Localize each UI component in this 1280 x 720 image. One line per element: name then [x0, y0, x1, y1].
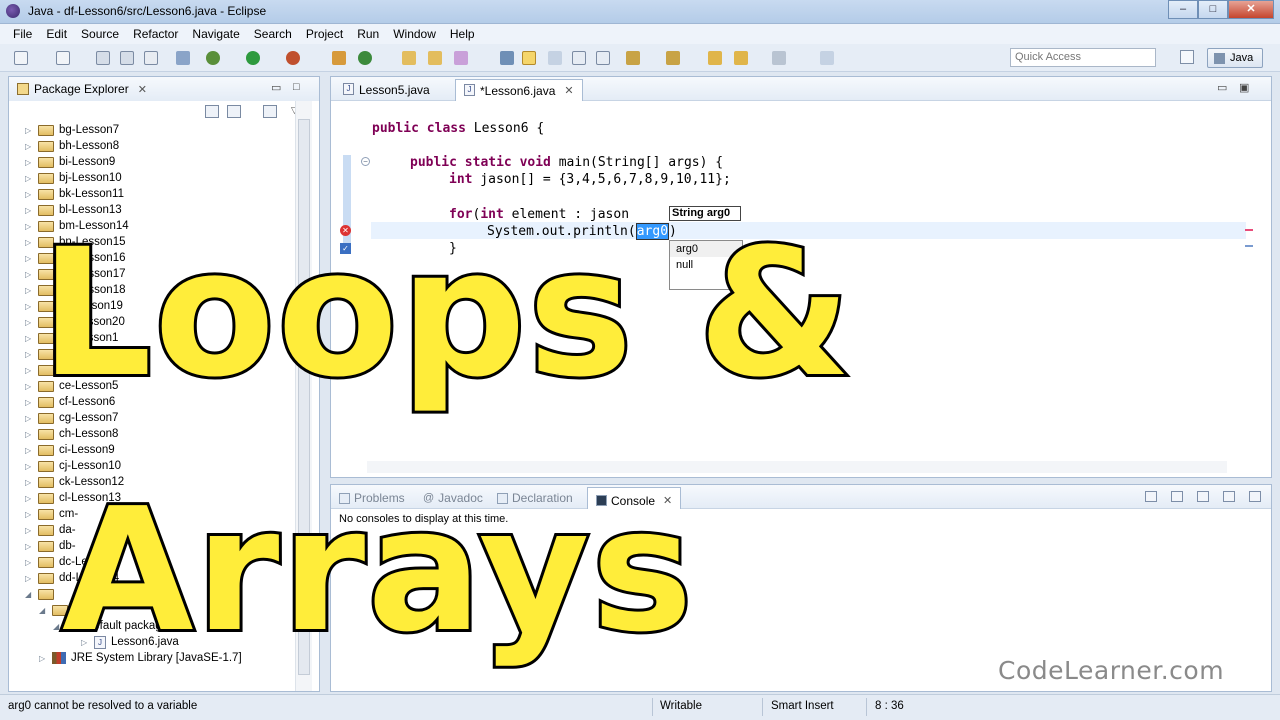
menu-file[interactable]: File [6, 27, 39, 41]
status-divider [762, 698, 763, 716]
tab-lesson6-java[interactable]: J *Lesson6.java ✕ [455, 79, 583, 101]
tree-item[interactable]: ▷ ch-Lesson8 [25, 426, 118, 442]
window-title: Java - df-Lesson6/src/Lesson6.java - Ecl… [28, 4, 267, 18]
new-class-icon[interactable] [358, 51, 372, 65]
last-edit-icon[interactable] [708, 51, 722, 65]
menu-refactor[interactable]: Refactor [126, 27, 185, 41]
skip-breakpoints-icon[interactable] [176, 51, 190, 65]
package-explorer-title: Package Explorer [34, 82, 129, 96]
watermark-logo: CodeLearner.com [998, 656, 1225, 685]
save-icon[interactable] [96, 51, 110, 65]
close-button[interactable]: ✕ [1228, 0, 1274, 19]
status-writable: Writable [660, 700, 702, 712]
java-perspective-icon [1214, 53, 1225, 64]
external-tools-icon[interactable] [286, 51, 300, 65]
thumbnail-title-line2: Arrays [59, 472, 696, 670]
next-annotation-icon[interactable] [626, 51, 640, 65]
tree-item[interactable]: ▷ bi-Lesson9 [25, 154, 115, 170]
maximize-view-icon[interactable]: ▣ [1239, 81, 1249, 94]
menu-edit[interactable]: Edit [39, 27, 74, 41]
minimize-view-icon[interactable] [1223, 491, 1235, 502]
status-divider [866, 698, 867, 716]
toggle-mark-occurrences-icon[interactable] [500, 51, 514, 65]
link-with-editor-icon[interactable] [227, 105, 241, 118]
package-explorer-tab[interactable]: Package Explorer ✕ [17, 82, 147, 96]
status-bar: arg0 cannot be resolved to a variable Wr… [0, 694, 1280, 720]
close-icon[interactable]: ✕ [564, 84, 573, 101]
minimize-view-icon[interactable]: ▭ [1217, 81, 1227, 94]
error-marker[interactable] [1245, 229, 1253, 231]
menu-help[interactable]: Help [443, 27, 482, 41]
tree-item[interactable]: ▷ bk-Lesson11 [25, 186, 124, 202]
maximize-view-icon[interactable] [1249, 491, 1261, 502]
search-icon[interactable] [454, 51, 468, 65]
print-icon[interactable] [144, 51, 158, 65]
tab-lesson5-java[interactable]: J Lesson5.java [335, 79, 438, 101]
tree-item[interactable]: ▷ bg-Lesson7 [25, 122, 119, 138]
occurrence-marker[interactable] [1245, 245, 1253, 247]
minimize-view-icon[interactable]: ▭ [271, 81, 281, 94]
title-bar: Java - df-Lesson6/src/Lesson6.java - Ecl… [0, 0, 1280, 24]
save-all-icon[interactable] [120, 51, 134, 65]
window-controls: – □ ✕ [1168, 0, 1274, 20]
status-insert-mode[interactable]: Smart Insert [771, 700, 834, 712]
console-toolbar [1145, 491, 1261, 502]
tree-item[interactable]: ▷ bh-Lesson8 [25, 138, 119, 154]
perspective-label: Java [1230, 52, 1254, 64]
quick-access-input[interactable]: Quick Access [1010, 48, 1156, 67]
tree-item[interactable]: ▷ ci-Lesson9 [25, 442, 115, 458]
collapse-all-icon[interactable] [205, 105, 219, 118]
package-explorer-tabbar: Package Explorer ✕ ▭ □ [9, 77, 319, 101]
editor-tabbar: J Lesson5.java J *Lesson6.java ✕ ▭ ▣ [331, 77, 1271, 101]
java-file-icon: J [343, 83, 354, 95]
new-dropdown-icon[interactable] [56, 51, 70, 65]
pilcrow-icon[interactable] [596, 51, 610, 65]
display-console-icon[interactable] [1145, 491, 1157, 502]
menu-project[interactable]: Project [299, 27, 350, 41]
debug-icon[interactable] [206, 51, 220, 65]
status-cursor-position: 8 : 36 [875, 700, 904, 712]
java-perspective-button[interactable]: Java [1207, 48, 1263, 68]
run-icon[interactable] [246, 51, 260, 65]
show-whitespace-icon[interactable] [572, 51, 586, 65]
maximize-button[interactable]: □ [1198, 0, 1228, 19]
status-divider [652, 698, 653, 716]
pin-console-icon[interactable] [1197, 491, 1209, 502]
menu-window[interactable]: Window [386, 27, 443, 41]
new-icon[interactable] [14, 51, 28, 65]
menu-search[interactable]: Search [247, 27, 299, 41]
overview-ruler [1241, 101, 1255, 451]
eclipse-logo-icon [6, 4, 20, 18]
highlight-icon[interactable] [522, 51, 536, 65]
focus-task-icon[interactable] [263, 105, 277, 118]
menu-bar: File Edit Source Refactor Navigate Searc… [0, 24, 1280, 44]
minimize-button[interactable]: – [1168, 0, 1198, 19]
thumbnail-title-line1: Loops & [37, 211, 854, 416]
tree-item[interactable]: ▷ bj-Lesson10 [25, 170, 122, 186]
code-line: public class Lesson6 { [372, 121, 545, 136]
open-type-icon[interactable] [402, 51, 416, 65]
maximize-view-icon[interactable]: □ [293, 81, 300, 93]
package-explorer-icon [17, 83, 29, 95]
menu-run[interactable]: Run [350, 27, 386, 41]
block-selection-icon[interactable] [548, 51, 562, 65]
forward-icon[interactable] [772, 51, 786, 65]
open-task-icon[interactable] [428, 51, 442, 65]
previous-annotation-icon[interactable] [666, 51, 680, 65]
tree-item[interactable]: ◢ [25, 586, 59, 602]
pin-editor-icon[interactable] [820, 51, 834, 65]
open-perspective-icon[interactable] [1180, 50, 1194, 64]
close-icon[interactable]: ✕ [138, 83, 147, 96]
menu-navigate[interactable]: Navigate [185, 27, 246, 41]
package-explorer-toolbar: ▽ [205, 105, 298, 121]
status-message: arg0 cannot be resolved to a variable [8, 700, 198, 712]
fold-collapse-icon[interactable]: − [361, 157, 370, 166]
back-icon[interactable] [734, 51, 748, 65]
code-line: public static void main(String[] args) { [410, 155, 724, 170]
java-file-icon: J [464, 84, 475, 96]
code-line: int jason[] = {3,4,5,6,7,8,9,10,11}; [449, 172, 731, 187]
menu-source[interactable]: Source [74, 27, 126, 41]
open-console-icon[interactable] [1171, 491, 1183, 502]
new-java-project-icon[interactable] [332, 51, 346, 65]
